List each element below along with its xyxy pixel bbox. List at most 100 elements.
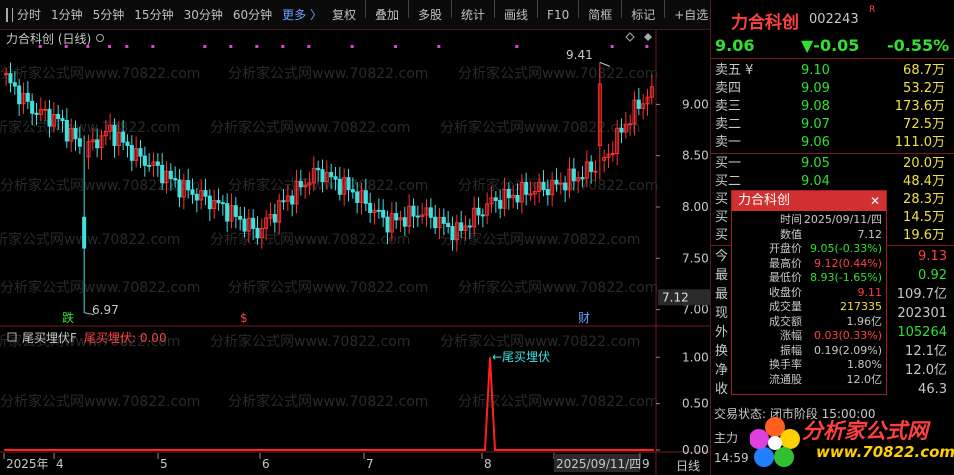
watermark-text: 分析家公式网www.70822.com: [0, 65, 200, 82]
bids-level-label: 买二: [715, 174, 742, 189]
period-tab-1[interactable]: 1分钟: [46, 0, 88, 30]
asks-price: 9.08: [801, 99, 830, 114]
candle-body: [333, 176, 338, 180]
period-tab-0[interactable]: 分时: [12, 0, 46, 30]
price-change: ▼-0.05: [801, 36, 860, 55]
price-change-pct: -0.55%: [887, 36, 950, 55]
candle-body: [320, 169, 325, 183]
indicator-value: 尾买埋伏: 0.00: [84, 331, 167, 345]
candle-body: [350, 189, 355, 193]
stat-value: 46.3: [918, 382, 947, 397]
candle-body: [30, 100, 35, 114]
close-icon[interactable]: ✕: [870, 191, 880, 211]
candle-body: [47, 108, 52, 127]
candle-body: [82, 216, 87, 249]
stat-value: 202301: [897, 306, 947, 321]
toolbar-button-4[interactable]: 画线: [499, 0, 533, 30]
toolbar-button-8[interactable]: +自选: [669, 0, 713, 30]
watermark-text: 分析家公式网www.70822.com: [0, 279, 200, 296]
event-marker: 跌: [62, 310, 74, 325]
signal-dot: [125, 45, 129, 48]
asks-row[interactable]: 卖一 9.06 111.0万: [711, 134, 954, 152]
asks-volume: 53.2万: [903, 81, 945, 96]
x-tick-label: 7: [366, 457, 374, 471]
candle-body: [4, 73, 9, 76]
toolbar-button-0[interactable]: 复权: [327, 0, 361, 30]
popup-row-value: 0.03(0.33%): [813, 329, 882, 342]
candle-body: [155, 161, 160, 166]
chart-canvas[interactable]: 分析家公式网www.70822.com 分析家公式网www.70822.com 分析…: [0, 30, 710, 475]
candle-body: [73, 127, 78, 140]
bids-level-label: 买一: [715, 156, 742, 171]
candle-body: [433, 216, 438, 229]
period-tab-6[interactable]: 更多 〉: [277, 0, 327, 30]
candle-body: [25, 92, 30, 102]
watermark-text: 分析家公式网www.70822.com: [228, 393, 428, 410]
candle-body: [346, 177, 351, 191]
x-tick-label: 4: [56, 457, 64, 471]
stat-value: 12.1亿: [905, 344, 947, 359]
main-force-label: 主力: [714, 431, 739, 445]
toolbar-button-3[interactable]: 统计: [456, 0, 490, 30]
stat-label: 现: [715, 306, 729, 321]
bids-row[interactable]: 买二 9.04 48.4万: [711, 173, 954, 191]
x-tick-label: 5: [160, 457, 168, 471]
popup-row: 开盘价 9.05(-0.33%): [732, 242, 886, 257]
bids-row[interactable]: 买一 9.05 20.0万: [711, 155, 954, 173]
signal-dot: [645, 45, 649, 48]
popup-row-label: 流通股: [769, 372, 802, 386]
popup-row: 最高价 9.12(0.44%): [732, 257, 886, 272]
popup-row-label: 最低价: [769, 271, 802, 284]
toolbar-button-1[interactable]: 叠加: [370, 0, 404, 30]
candle-body: [125, 141, 130, 146]
period-tab-5[interactable]: 60分钟: [228, 0, 277, 30]
period-tab-2[interactable]: 5分钟: [88, 0, 130, 30]
popup-row: 最低价 8.93(-1.65%): [732, 271, 886, 286]
toolbar-button-5[interactable]: F10: [542, 0, 574, 30]
candle-body: [337, 178, 342, 195]
toolbar-button-7[interactable]: 标记: [626, 0, 660, 30]
stat-value: 0.92: [918, 268, 947, 283]
popup-row-value: 8.93(-1.65%): [810, 271, 882, 284]
popup-row-label: 时间: [780, 213, 802, 226]
asks-level-label: 卖二: [715, 117, 742, 132]
candle-body: [385, 216, 390, 233]
kline-chart[interactable]: 分析家公式网www.70822.com 分析家公式网www.70822.com 分析…: [0, 30, 710, 475]
ind-tick-label: 0.50: [682, 397, 709, 411]
indicator-name[interactable]: 尾买埋伏F: [22, 329, 77, 346]
toolbar-button-2[interactable]: 多股: [413, 0, 447, 30]
period-tab-3[interactable]: 15分钟: [129, 0, 178, 30]
asks-row[interactable]: 卖二 9.07 72.5万: [711, 116, 954, 134]
popup-row: 流通股 12.0亿: [732, 373, 886, 388]
asks-price: 9.10: [801, 63, 830, 78]
candle-body: [186, 180, 191, 191]
stat-value: 9.13: [918, 249, 947, 264]
candle-body: [580, 177, 585, 180]
asks-level-label: 卖一: [715, 135, 742, 150]
candle-body: [77, 138, 82, 147]
popup-row-value: 9.12(0.44%): [813, 256, 882, 270]
popup-row-value: 9.05(-0.33%): [810, 242, 882, 255]
stat-value: 105264: [897, 325, 947, 340]
candle-body: [541, 181, 546, 191]
asks-row[interactable]: 卖五 ¥ 9.10 68.7万: [711, 62, 954, 80]
period-tab-4[interactable]: 30分钟: [179, 0, 228, 30]
toolbar-button-6[interactable]: 简框: [583, 0, 617, 30]
asks-row[interactable]: 卖四 9.09 53.2万: [711, 80, 954, 98]
stat-label: 换: [715, 344, 729, 359]
signal-dot: [394, 45, 397, 48]
candle-body: [571, 168, 576, 182]
watermark-text: 分析家公式网www.70822.com: [458, 65, 658, 82]
candle-body: [56, 113, 61, 120]
candle-body: [368, 202, 373, 213]
bids-price: 9.04: [801, 174, 830, 189]
chart-title: 力合科创 (日线): [6, 32, 92, 46]
candle-body: [563, 182, 568, 191]
candle-body: [446, 222, 451, 228]
stat-label: 收: [715, 382, 729, 397]
popup-row-value: 12.0亿: [846, 372, 883, 386]
period-label[interactable]: 日线: [676, 457, 700, 474]
popup-row-value: 9.11: [857, 285, 883, 299]
asks-row[interactable]: 卖三 9.08 173.6万: [711, 98, 954, 116]
period-toolbar: 分时 1分钟 5分钟 15分钟 30分钟 60分钟 更多 〉 复权 叠加 多股 统计 画线 F10 简框…: [0, 0, 751, 30]
